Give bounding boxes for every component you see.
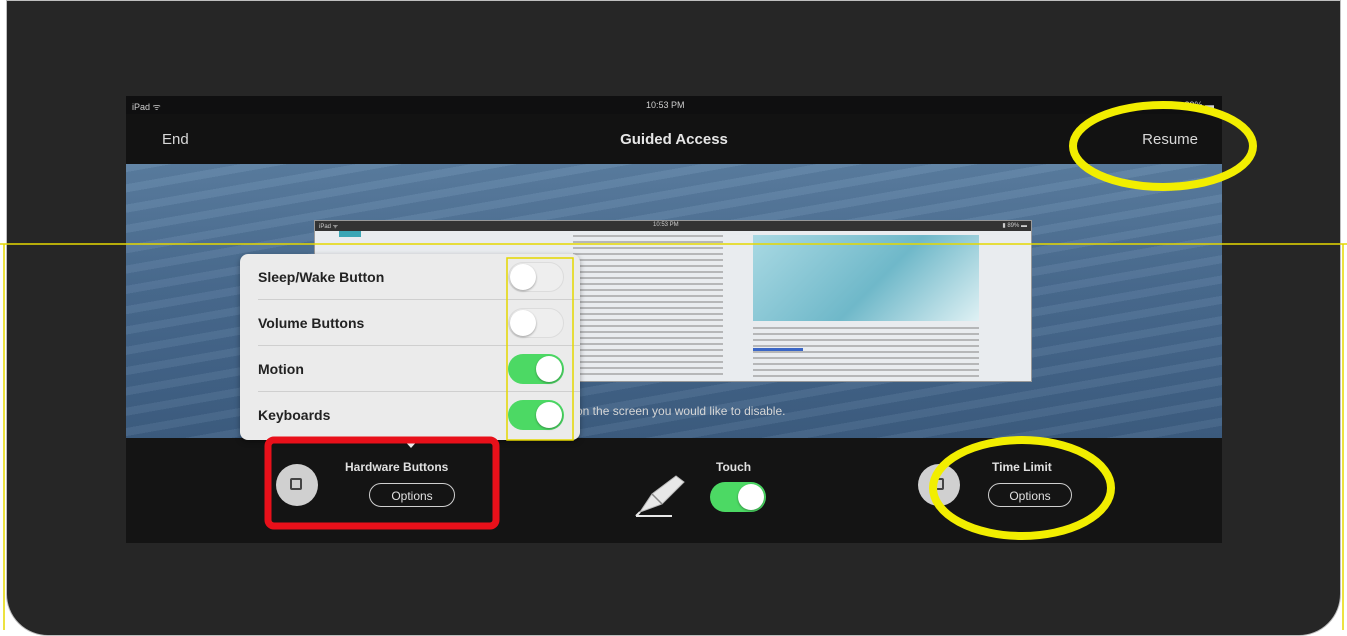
motion-toggle[interactable] — [508, 354, 564, 384]
square-icon — [932, 478, 944, 490]
time-limit-label: Time Limit — [992, 460, 1052, 474]
option-row-keyboards: Keyboards — [240, 392, 580, 438]
option-row-sleep-wake: Sleep/Wake Button — [240, 254, 580, 300]
option-row-volume: Volume Buttons — [240, 300, 580, 346]
background-app-status-bar: iPad ᯤ 10:53 PM ▮ 89% ▬ — [315, 221, 1031, 231]
status-time: 10:53 PM — [646, 100, 685, 110]
resume-button[interactable]: Resume — [1142, 131, 1198, 148]
page-title: Guided Access — [620, 131, 728, 148]
background-app-time: 10:53 PM — [653, 222, 679, 228]
background-app-paragraph — [753, 327, 979, 377]
hardware-options-popover: Sleep/Wake Button Volume Buttons Motion … — [240, 254, 580, 440]
time-limit-options-button[interactable]: Options — [988, 483, 1072, 507]
instruction-text: on the screen you would like to disable. — [576, 404, 786, 418]
status-carrier: iPad ᯤ — [132, 102, 161, 112]
option-label-volume: Volume Buttons — [258, 315, 365, 331]
square-icon — [290, 478, 302, 490]
background-app-logo — [339, 231, 361, 237]
option-row-motion: Motion — [240, 346, 580, 392]
hardware-options-button[interactable]: Options — [369, 483, 455, 507]
volume-buttons-toggle[interactable] — [508, 308, 564, 338]
option-label-keyboards: Keyboards — [258, 407, 331, 423]
time-limit-toggle[interactable] — [918, 464, 960, 506]
touch-pen-icon — [635, 475, 685, 517]
background-app-carrier: iPad ᯤ — [319, 224, 339, 230]
end-button[interactable]: End — [162, 131, 189, 148]
popover-arrow — [402, 438, 420, 448]
background-app-battery: ▮ 89% ▬ — [1002, 223, 1027, 229]
background-app-link — [753, 348, 803, 351]
hardware-buttons-label: Hardware Buttons — [345, 460, 449, 474]
nav-bar: Guided Access End Resume — [126, 114, 1222, 164]
sleep-wake-toggle[interactable] — [508, 262, 564, 292]
background-app-text-column — [573, 235, 723, 375]
hardware-buttons-toggle[interactable] — [276, 464, 318, 506]
option-label-motion: Motion — [258, 361, 304, 377]
option-label-sleep-wake: Sleep/Wake Button — [258, 269, 385, 285]
status-bar: iPad ᯤ 10:53 PM ▮ 89% ▬ — [126, 96, 1222, 114]
background-app-image — [753, 235, 979, 321]
touch-toggle[interactable] — [710, 482, 766, 512]
status-battery: ▮ 89% ▬ — [1177, 100, 1214, 110]
touch-label: Touch — [716, 460, 752, 474]
keyboards-toggle[interactable] — [508, 400, 564, 430]
